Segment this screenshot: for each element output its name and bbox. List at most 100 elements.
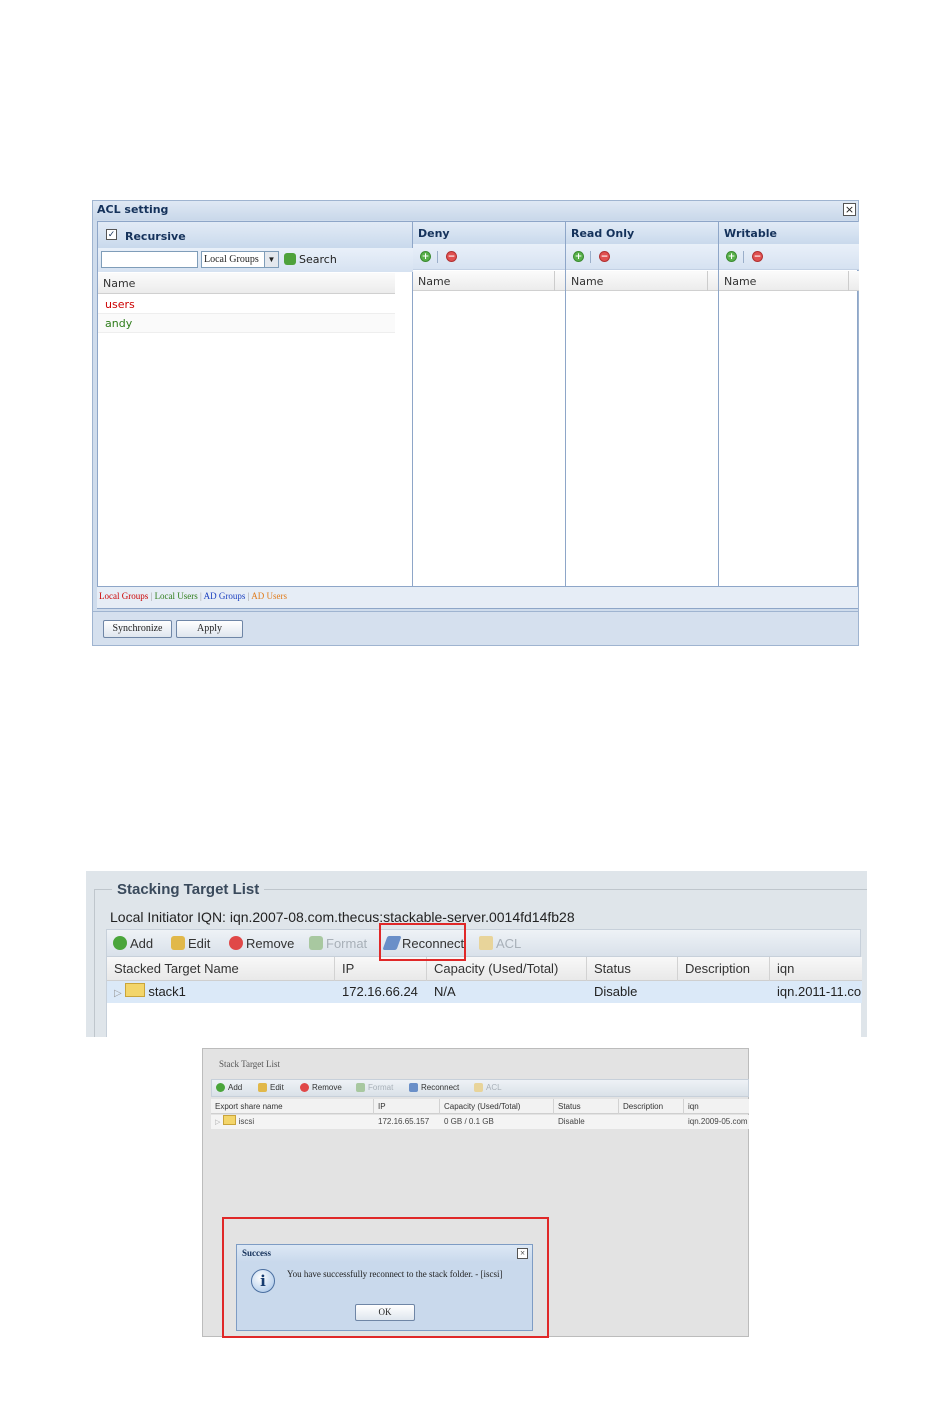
search-input[interactable] bbox=[101, 251, 198, 268]
read-only-column-header: Name bbox=[566, 271, 718, 291]
toolbar-divider bbox=[590, 251, 591, 263]
remove-label: Remove bbox=[246, 936, 295, 951]
remove-button[interactable]: Remove bbox=[300, 1082, 342, 1094]
list-item-name: andy bbox=[105, 317, 133, 330]
puzzle-search-icon bbox=[284, 253, 296, 265]
acl-button[interactable]: ACL bbox=[479, 935, 521, 953]
share-name-cell: ▷ iscsi bbox=[211, 1115, 374, 1129]
legend-local-users[interactable]: Local Users bbox=[155, 591, 198, 601]
table-row[interactable]: ▷ stack1 172.16.66.24 N/A Disable iqn.20… bbox=[107, 981, 862, 1003]
table-row[interactable]: ▷ iscsi 172.16.65.157 0 GB / 0.1 GB Disa… bbox=[211, 1115, 749, 1129]
search-button[interactable]: Search bbox=[299, 253, 337, 266]
folder-icon bbox=[222, 1115, 236, 1125]
acl-label: ACL bbox=[486, 1083, 502, 1092]
acl-button[interactable]: ACL bbox=[474, 1082, 502, 1094]
column-header[interactable]: Status bbox=[587, 957, 678, 981]
add-icon[interactable]: + bbox=[573, 251, 584, 262]
format-label: Format bbox=[368, 1083, 394, 1092]
format-button[interactable]: Format bbox=[356, 1082, 393, 1094]
expand-arrow-icon[interactable]: ▷ bbox=[215, 1119, 220, 1126]
writable-column-header: Name bbox=[719, 271, 859, 291]
read-only-title: Read Only bbox=[566, 222, 718, 244]
deny-column-header: Name bbox=[413, 271, 565, 291]
stacking-toolbar: Add Edit Remove Format Reconnect ACL bbox=[106, 929, 861, 957]
dialog-highlight bbox=[222, 1217, 549, 1338]
edit-icon bbox=[258, 1083, 267, 1092]
apply-button[interactable]: Apply bbox=[176, 620, 243, 638]
remove-icon[interactable]: − bbox=[599, 251, 610, 262]
legend-ad-groups[interactable]: AD Groups bbox=[204, 591, 246, 601]
legend-separator: | bbox=[150, 591, 153, 601]
description-cell bbox=[619, 1115, 684, 1129]
chevron-down-icon[interactable]: ▼ bbox=[264, 252, 278, 267]
reconnect-label: Reconnect bbox=[421, 1083, 460, 1092]
column-header[interactable]: Description bbox=[619, 1099, 684, 1114]
puzzle-icon bbox=[356, 1083, 365, 1092]
folder-lock-icon bbox=[479, 936, 493, 950]
column-header[interactable]: iqn bbox=[684, 1099, 749, 1114]
remove-icon bbox=[229, 936, 243, 950]
acl-legend: Local Groups | Local Users | AD Groups |… bbox=[97, 586, 858, 608]
deny-panel: Deny + − Name bbox=[413, 222, 566, 608]
column-header[interactable]: IP bbox=[374, 1099, 440, 1114]
add-icon[interactable]: + bbox=[420, 251, 431, 262]
iqn-cell: iqn.2009-05.com bbox=[688, 1117, 748, 1126]
writable-column-name: Name bbox=[724, 275, 757, 288]
folder-lock-icon bbox=[474, 1083, 483, 1092]
writable-toolbar: + − bbox=[719, 244, 859, 270]
edit-icon bbox=[171, 936, 185, 950]
list-item[interactable]: users bbox=[98, 295, 395, 314]
stack-list-toolbar: Add Edit Remove Format Reconnect ACL bbox=[211, 1079, 749, 1097]
reconnect-icon bbox=[409, 1083, 418, 1092]
reconnect-highlight bbox=[379, 923, 466, 961]
column-divider bbox=[848, 271, 849, 291]
iqn-cell: iqn.2011-11.com bbox=[777, 984, 862, 999]
remove-icon bbox=[300, 1083, 309, 1092]
share-name: iscsi bbox=[238, 1117, 255, 1126]
acl-label: ACL bbox=[496, 936, 522, 951]
read-only-column-name: Name bbox=[571, 275, 604, 288]
acl-body: ✓ Recursive Local Groups ▼ Search Name u… bbox=[97, 221, 859, 609]
add-icon[interactable]: + bbox=[726, 251, 737, 262]
reconnect-button[interactable]: Reconnect bbox=[409, 1082, 459, 1094]
acl-window-title: ACL setting bbox=[93, 201, 858, 220]
remove-icon[interactable]: − bbox=[752, 251, 763, 262]
edit-button[interactable]: Edit bbox=[171, 935, 210, 953]
legend-local-groups[interactable]: Local Groups bbox=[99, 591, 148, 601]
status-cell: Disable bbox=[594, 984, 638, 999]
recursive-checkbox[interactable]: ✓ bbox=[106, 229, 117, 240]
read-only-toolbar: + − bbox=[566, 244, 718, 270]
list-item[interactable]: andy bbox=[98, 314, 395, 333]
close-icon[interactable]: × bbox=[843, 203, 856, 216]
column-header[interactable]: Description bbox=[678, 957, 770, 981]
search-toolbar: Local Groups ▼ Search bbox=[98, 248, 413, 272]
group-type-select[interactable]: Local Groups ▼ bbox=[201, 251, 279, 268]
add-button[interactable]: Add bbox=[113, 935, 153, 953]
legend-separator: | bbox=[200, 591, 202, 601]
left-column-name: Name bbox=[103, 277, 136, 290]
legend-ad-users[interactable]: AD Users bbox=[251, 591, 287, 601]
remove-icon[interactable]: − bbox=[446, 251, 457, 262]
ip-cell: 172.16.66.24 bbox=[342, 984, 418, 999]
column-header[interactable]: Status bbox=[554, 1099, 619, 1114]
column-header[interactable]: Capacity (Used/Total) bbox=[440, 1099, 554, 1114]
synchronize-button[interactable]: Synchronize bbox=[103, 620, 172, 638]
format-button[interactable]: Format bbox=[309, 935, 367, 953]
column-header[interactable]: Export share name bbox=[211, 1099, 374, 1114]
status-cell: Disable bbox=[558, 1117, 585, 1126]
expand-arrow-icon[interactable]: ▷ bbox=[114, 988, 122, 999]
column-header[interactable]: Stacked Target Name bbox=[107, 957, 335, 981]
folder-icon bbox=[125, 983, 146, 997]
table-header: Export share name IP Capacity (Used/Tota… bbox=[211, 1099, 749, 1114]
remove-button[interactable]: Remove bbox=[229, 935, 294, 953]
add-button[interactable]: Add bbox=[216, 1082, 242, 1094]
toolbar-divider bbox=[437, 251, 438, 263]
writable-title: Writable bbox=[719, 222, 859, 244]
description-cell bbox=[678, 981, 770, 1003]
user-group-panel: ✓ Recursive Local Groups ▼ Search Name u… bbox=[98, 222, 413, 608]
format-label: Format bbox=[326, 936, 368, 951]
puzzle-icon bbox=[309, 936, 323, 950]
edit-button[interactable]: Edit bbox=[258, 1082, 284, 1094]
column-header[interactable]: iqn bbox=[770, 957, 862, 981]
deny-title: Deny bbox=[413, 222, 565, 244]
